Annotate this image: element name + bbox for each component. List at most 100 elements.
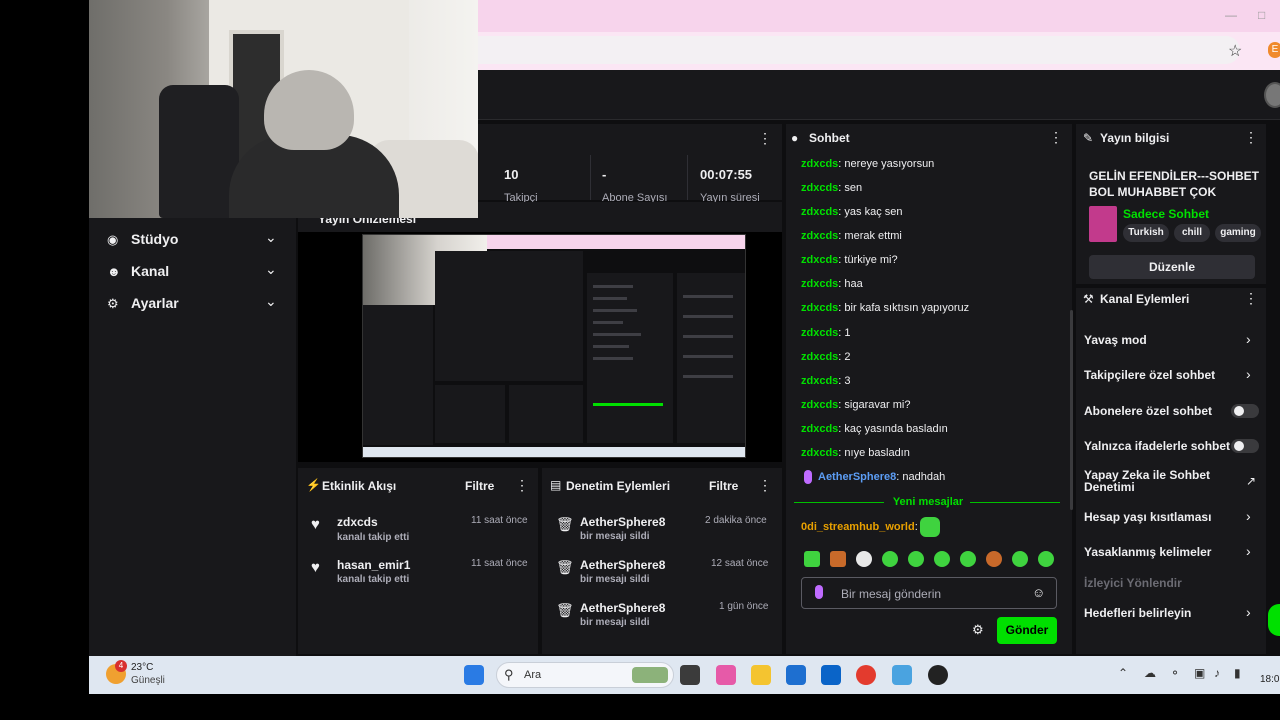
file-explorer-icon[interactable] [751, 665, 771, 685]
emote-icon[interactable] [804, 551, 820, 567]
emote-icon[interactable] [830, 551, 846, 567]
external-link-icon[interactable]: ↗ [1246, 474, 1256, 488]
chat-message: zdxcds: merak ettmi [801, 230, 902, 242]
minimize-icon[interactable]: — [1225, 8, 1239, 22]
action-slow-mode[interactable]: Yavaş mod [1084, 333, 1147, 347]
emoji-icon[interactable]: ☺ [1032, 585, 1045, 600]
event-time: 1 gün önce [719, 601, 769, 612]
stream-info-more-icon[interactable]: ⋮ [1244, 129, 1258, 146]
emote-only-toggle[interactable] [1231, 439, 1259, 453]
trash-icon: 🗑 [556, 516, 574, 532]
event-name[interactable]: hasan_emir1 [337, 558, 410, 572]
url-input[interactable] [400, 36, 1240, 64]
network-icon[interactable]: ▣ [1194, 666, 1205, 680]
maximize-icon[interactable]: □ [1258, 8, 1272, 22]
store-icon[interactable] [786, 665, 806, 685]
copilot-icon[interactable] [716, 665, 736, 685]
chat-message: zdxcds: bir kafa sıktısın yapıyoruz [801, 302, 970, 314]
emote-icon[interactable] [934, 551, 950, 567]
sidebar-item-studio[interactable]: ◉ Stüdyo ⌄ [89, 224, 296, 256]
emote-icon[interactable] [1038, 551, 1054, 567]
heart-icon: ♥ [311, 559, 320, 576]
task-view-icon[interactable] [680, 665, 700, 685]
emote-icon[interactable] [1012, 551, 1028, 567]
emote-icon[interactable] [908, 551, 924, 567]
activity-filter-button[interactable]: Filtre [465, 479, 494, 493]
chevron-down-icon: ⌄ [265, 293, 277, 309]
event-name[interactable]: AetherSphere8 [580, 558, 665, 572]
event-name[interactable]: AetherSphere8 [580, 601, 665, 615]
search-highlight-icon [632, 667, 668, 683]
bookmark-star-icon[interactable]: ☆ [1228, 41, 1242, 61]
action-ai-moderation[interactable]: Yapay Zeka ile Sohbet Denetimi [1084, 469, 1224, 493]
chevron-right-icon[interactable]: › [1246, 331, 1251, 347]
edit-stream-button[interactable]: Düzenle [1089, 255, 1255, 279]
event-sub: kanalı takip etti [337, 574, 410, 585]
pencil-icon: ✎ [1083, 131, 1094, 145]
app-icon[interactable] [892, 665, 912, 685]
stat-divider [687, 155, 688, 200]
chevron-right-icon[interactable]: › [1246, 604, 1251, 620]
action-subscribers-only[interactable]: Abonelere özel sohbet [1084, 404, 1212, 418]
battery-icon[interactable]: ▮ [1234, 666, 1241, 680]
action-goals[interactable]: Hedefleri belirleyin [1084, 606, 1191, 620]
chat-message: zdxcds: 1 [801, 327, 851, 339]
taskbar-clock[interactable]: 18:09 [1260, 674, 1280, 685]
tag-pill[interactable]: gaming [1215, 224, 1261, 242]
sidebar-item-label: Kanal [131, 263, 170, 279]
sidebar-item-channel[interactable]: ☻ Kanal ⌄ [89, 256, 296, 288]
floating-action-button[interactable] [1268, 604, 1280, 636]
chat-message: zdxcds: kaç yasında basladın [801, 423, 948, 435]
sidebar-item-settings[interactable]: ⚙ Ayarlar ⌄ [89, 288, 296, 320]
category-box-art[interactable] [1089, 206, 1117, 242]
chevron-up-icon[interactable]: ⌃ [1118, 666, 1128, 680]
emote-icon[interactable] [986, 551, 1002, 567]
stats-more-icon[interactable]: ⋮ [758, 130, 772, 147]
user-avatar[interactable] [1264, 82, 1280, 108]
outlook-icon[interactable] [821, 665, 841, 685]
chat-input-placeholder: Bir mesaj gönderin [841, 587, 942, 601]
new-messages-indicator[interactable]: Yeni mesajlar [880, 496, 976, 508]
volume-icon[interactable]: ♪ [1214, 666, 1220, 680]
emote-icon[interactable] [882, 551, 898, 567]
divider [970, 502, 1060, 503]
moderation-more-icon[interactable]: ⋮ [758, 477, 772, 494]
chevron-right-icon[interactable]: › [1246, 366, 1251, 382]
tray-icon[interactable]: ☁ [1144, 666, 1156, 680]
chevron-right-icon[interactable]: › [1246, 543, 1251, 559]
channel-actions-more-icon[interactable]: ⋮ [1244, 290, 1258, 307]
event-name[interactable]: zdxcds [337, 515, 378, 529]
chevron-right-icon[interactable]: › [1246, 508, 1251, 524]
action-banned-words[interactable]: Yasaklanmış kelimeler [1084, 545, 1211, 559]
moderation-filter-button[interactable]: Filtre [709, 479, 738, 493]
event-time: 11 saat önce [471, 558, 528, 569]
stream-stats-panel [478, 124, 782, 200]
microphone-icon[interactable]: ⚬ [1170, 666, 1180, 680]
send-button[interactable]: Gönder [997, 617, 1057, 644]
emote-icon[interactable] [960, 551, 976, 567]
stream-preview-video[interactable] [362, 234, 746, 458]
chat-scrollbar[interactable] [1070, 310, 1073, 510]
webcam-overlay [89, 0, 478, 218]
chat-more-icon[interactable]: ⋮ [1049, 129, 1063, 146]
tag-pill[interactable]: chill [1174, 224, 1210, 242]
moderator-badge-icon [804, 470, 812, 484]
stream-category[interactable]: Sadece Sohbet [1123, 207, 1209, 221]
chat-message: zdxcds: 3 [801, 375, 851, 387]
action-followers-only[interactable]: Takipçilere özel sohbet [1084, 368, 1215, 382]
action-emote-only[interactable]: Yalnızca ifadelerle sohbet [1084, 439, 1230, 453]
event-time: 11 saat önce [471, 515, 528, 526]
tag-pill[interactable]: Turkish [1123, 224, 1169, 242]
chrome-icon[interactable] [856, 665, 876, 685]
windows-start-icon[interactable] [464, 665, 484, 685]
event-name[interactable]: AetherSphere8 [580, 515, 665, 529]
gear-icon[interactable]: ⚙ [972, 622, 984, 638]
chat-message: zdxcds: 2 [801, 351, 851, 363]
chevron-down-icon: ⌄ [265, 261, 277, 277]
emote-icon[interactable] [856, 551, 872, 567]
extension-icon[interactable]: E [1268, 42, 1280, 58]
activity-more-icon[interactable]: ⋮ [515, 477, 529, 494]
app-icon[interactable] [928, 665, 948, 685]
action-account-age[interactable]: Hesap yaşı kısıtlaması [1084, 510, 1211, 524]
subscribers-only-toggle[interactable] [1231, 404, 1259, 418]
